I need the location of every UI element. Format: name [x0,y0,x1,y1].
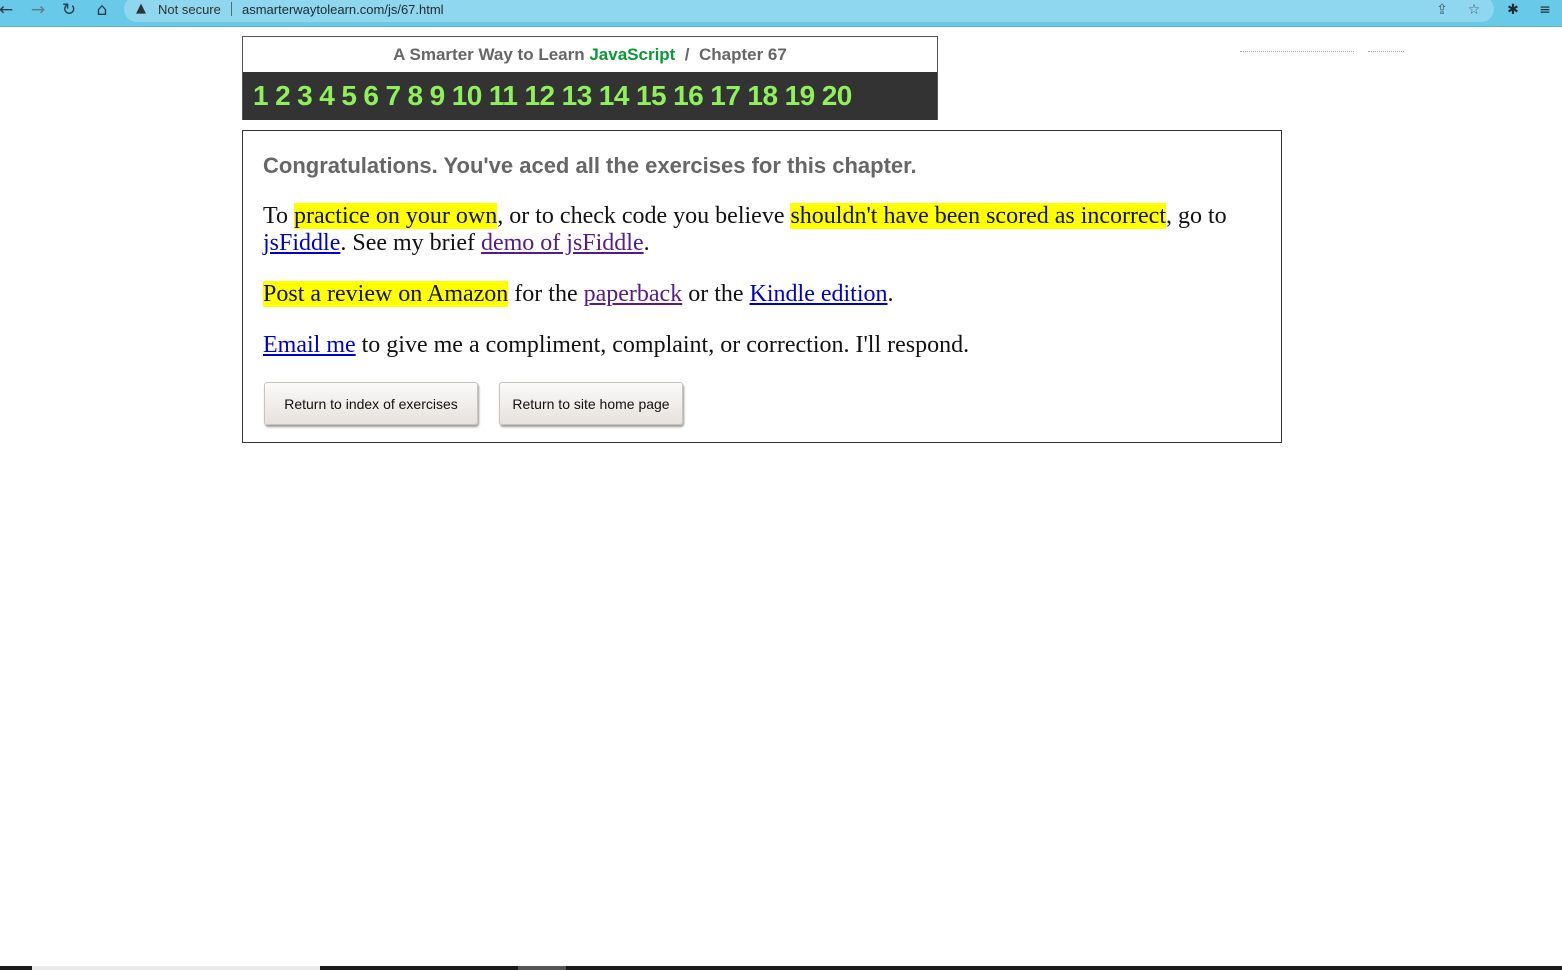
kindle-edition-link[interactable]: Kindle edition [750,281,888,307]
text: or the [682,281,750,307]
url-text[interactable]: asmarterwaytolearn.com/js/67.html [242,2,444,17]
star-icon[interactable]: ☆ [1464,0,1484,20]
return-to-home-button[interactable]: Return to site home page [499,382,683,425]
email-paragraph: Email me to give me a compliment, compla… [263,332,1273,359]
text: To [263,203,294,229]
dotted-line [1368,51,1404,53]
paperback-link[interactable]: paperback [584,281,683,307]
text: , or to check code you believe [497,203,791,229]
exercise-number-link-17[interactable]: 17 [710,72,741,120]
exercise-number-link-20[interactable]: 20 [822,72,853,120]
text: . [887,281,894,307]
exercise-number-link-19[interactable]: 19 [785,72,816,120]
text: , go to [1165,203,1227,229]
exercise-number-link-7[interactable]: 7 [385,72,401,120]
back-icon[interactable]: ← [0,0,18,20]
warning-icon[interactable]: ▲ [133,1,149,17]
exercise-number-link-11[interactable]: 11 [489,72,518,120]
email-me-link[interactable]: Email me [263,332,356,358]
jsfiddle-link[interactable]: jsFiddle [263,230,340,256]
home-icon[interactable]: ⌂ [90,0,114,20]
completion-panel: Congratulations. You've aced all the exe… [242,130,1282,443]
highlight-incorrect: shouldn't have been scored as incorrect [790,203,1166,229]
forward-icon[interactable]: → [26,0,50,20]
practice-paragraph: To practice on your own, or to check cod… [263,203,1273,257]
exercise-number-link-5[interactable]: 5 [341,72,357,120]
exercise-number-nav: 1 2 3 4 5 6 7 8 9 10 11 12 13 14 15 16 17 18 19 20 [243,72,937,120]
share-icon[interactable]: ⇪ [1432,0,1452,20]
taskbar-segment [518,966,566,970]
highlight-review: Post a review on Amazon [263,281,509,307]
title-javascript: JavaScript [589,45,676,64]
dotted-line [1240,51,1354,53]
url-separator [231,2,232,16]
exercise-number-link-8[interactable]: 8 [408,72,424,120]
title-chapter: / Chapter 67 [675,45,787,64]
exercise-number-link-1[interactable]: 1 [253,72,269,120]
text: . [643,230,650,256]
congrats-heading: Congratulations. You've aced all the exe… [263,153,917,178]
exercise-number-link-13[interactable]: 13 [562,72,593,120]
text: . See my brief [340,230,481,256]
exercise-number-link-12[interactable]: 12 [524,72,555,120]
extensions-icon[interactable]: ✱ [1503,0,1523,20]
exercise-number-link-3[interactable]: 3 [297,72,313,120]
security-label[interactable]: Not secure [158,2,221,17]
highlight-practice: practice on your own [293,203,498,229]
title-prefix: A Smarter Way to Learn [393,45,590,64]
text: for the [508,281,584,307]
exercise-number-link-2[interactable]: 2 [275,72,291,120]
exercise-number-link-9[interactable]: 9 [430,72,446,120]
exercise-number-link-6[interactable]: 6 [363,72,379,120]
exercise-number-link-10[interactable]: 10 [452,72,483,120]
demo-jsfiddle-link[interactable]: demo of jsFiddle [481,230,644,256]
review-paragraph: Post a review on Amazon for the paperbac… [263,281,1273,308]
text: to give me a compliment, complaint, or c… [355,332,970,358]
taskbar-edge [0,966,1562,970]
exercise-number-link-14[interactable]: 14 [599,72,630,120]
exercise-number-link-15[interactable]: 15 [636,72,667,120]
return-to-index-button[interactable]: Return to index of exercises [264,382,478,425]
exercise-number-link-18[interactable]: 18 [747,72,778,120]
reading-list-icon[interactable]: ≡ [1535,0,1555,20]
site-header: A Smarter Way to Learn JavaScript / Chap… [242,36,938,120]
site-title: A Smarter Way to Learn JavaScript / Chap… [243,45,937,65]
taskbar-segment [32,966,320,970]
exercise-number-link-4[interactable]: 4 [319,72,335,120]
exercise-number-link-16[interactable]: 16 [673,72,704,120]
browser-toolbar: ← → ↻ ⌂ ▲ Not secure asmarterwaytolearn.… [0,0,1562,27]
reload-icon[interactable]: ↻ [57,0,81,20]
